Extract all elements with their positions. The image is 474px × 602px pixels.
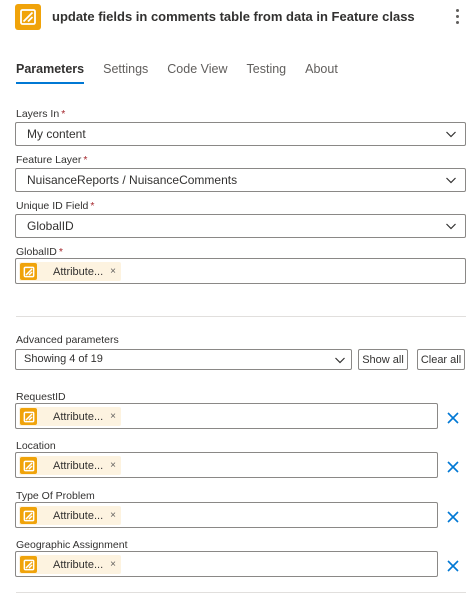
dynamic-content-token[interactable]: Attribute... × [19,555,121,574]
dynamic-content-token[interactable]: Attribute... × [19,407,121,426]
dynamic-content-token[interactable]: Attribute... × [19,262,121,281]
feature-layer-label: Feature Layer * [16,154,87,166]
requestid-input[interactable]: Attribute... × [15,403,438,429]
layers-in-dropdown[interactable]: My content [15,122,466,146]
unique-id-field-label: Unique ID Field * [16,200,94,212]
feature-layer-label-text: Feature Layer [16,154,82,166]
globalid-label: GlobalID * [16,246,63,258]
requestid-label: RequestID [16,391,66,403]
arcgis-connector-icon [15,4,41,30]
section-divider [16,316,466,317]
token-label: Attribute... [53,265,104,278]
remove-token-icon[interactable]: × [110,411,116,422]
globalid-input[interactable]: Attribute... × [15,258,466,284]
arcgis-connector-icon [20,263,37,280]
more-options-icon[interactable] [452,3,462,29]
arcgis-connector-icon [20,556,37,573]
required-mark: * [61,108,66,120]
chevron-down-icon [446,223,456,230]
location-label: Location [16,440,56,452]
remove-token-icon[interactable]: × [110,559,116,570]
globalid-label-text: GlobalID [16,246,57,258]
chevron-down-icon [335,357,345,364]
token-label: Attribute... [53,459,104,472]
remove-parameter-icon[interactable] [446,559,460,573]
advanced-parameters-label: Advanced parameters [16,334,119,346]
tab-testing[interactable]: Testing [247,60,287,84]
dynamic-content-token[interactable]: Attribute... × [19,456,121,475]
required-mark: * [83,154,88,166]
arcgis-connector-icon [20,507,37,524]
action-header: update fields in comments table from dat… [0,0,474,40]
geographic-assignment-label: Geographic Assignment [16,539,128,551]
advanced-parameters-dropdown[interactable]: Showing 4 of 19 [15,349,352,370]
required-mark: * [58,246,63,258]
token-label: Attribute... [53,410,104,423]
tab-settings[interactable]: Settings [103,60,148,84]
token-label: Attribute... [53,558,104,571]
type-of-problem-label: Type Of Problem [16,490,95,502]
unique-id-field-value: GlobalID [27,219,74,233]
chevron-down-icon [446,131,456,138]
layers-in-label: Layers In * [16,108,65,120]
tab-bar: Parameters Settings Code View Testing Ab… [16,60,357,90]
section-divider [16,592,466,593]
tab-about[interactable]: About [305,60,338,84]
required-mark: * [90,200,95,212]
show-all-button[interactable]: Show all [358,349,408,370]
arcgis-connector-icon [20,457,37,474]
action-title: update fields in comments table from dat… [52,9,415,24]
dynamic-content-token[interactable]: Attribute... × [19,506,121,525]
unique-id-field-label-text: Unique ID Field [16,200,89,212]
layers-in-label-text: Layers In [16,108,60,120]
feature-layer-dropdown[interactable]: NuisanceReports / NuisanceComments [15,168,466,192]
arcgis-connector-icon [20,408,37,425]
token-label: Attribute... [53,509,104,522]
geographic-assignment-input[interactable]: Attribute... × [15,551,438,577]
tab-parameters[interactable]: Parameters [16,60,85,84]
type-of-problem-input[interactable]: Attribute... × [15,502,438,528]
clear-all-button[interactable]: Clear all [417,349,465,370]
remove-token-icon[interactable]: × [110,266,116,277]
chevron-down-icon [446,177,456,184]
remove-parameter-icon[interactable] [446,460,460,474]
feature-layer-value: NuisanceReports / NuisanceComments [27,173,238,187]
layers-in-value: My content [27,127,86,141]
location-input[interactable]: Attribute... × [15,452,438,478]
remove-token-icon[interactable]: × [110,510,116,521]
remove-parameter-icon[interactable] [446,510,460,524]
remove-parameter-icon[interactable] [446,411,460,425]
advanced-parameters-value: Showing 4 of 19 [24,353,103,365]
tab-code-view[interactable]: Code View [167,60,227,84]
unique-id-field-dropdown[interactable]: GlobalID [15,214,466,238]
remove-token-icon[interactable]: × [110,460,116,471]
